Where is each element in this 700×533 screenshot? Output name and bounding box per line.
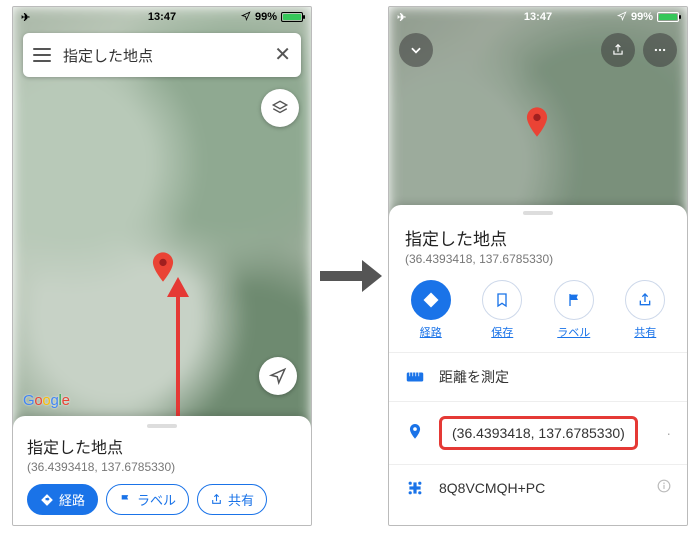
sheet-title: 指定した地点 [405,225,671,250]
ruler-icon [405,371,425,383]
status-time: 13:47 [13,11,311,23]
card-coords: (36.4393418, 137.6785330) [27,460,297,474]
share-action[interactable]: 共有 [625,280,665,340]
label-button[interactable]: ラベル [106,484,189,515]
flag-icon [554,280,594,320]
pin-small-icon [405,424,425,442]
search-bar[interactable]: 指定した地点 ✕ [23,33,301,77]
search-text[interactable]: 指定した地点 [63,45,262,66]
save-action[interactable]: 保存 [482,280,522,340]
phone-right: ✈ 13:47 99% 指定した地点 (36.4393418, 137.6785… [388,6,688,526]
action-row: 経路 保存 ラベル 共有 [389,272,687,350]
swipe-up-arrow-icon [163,277,193,420]
info-icon[interactable] [657,479,671,496]
share-icon [210,493,223,506]
detail-sheet[interactable]: 指定した地点 (36.4393418, 137.6785330) 経路 保存 [389,205,687,525]
coordinates-row[interactable]: (36.4393418, 137.6785330) · [389,404,687,462]
collapse-button[interactable] [399,33,433,67]
google-logo: Google [23,392,70,409]
more-button[interactable] [643,33,677,67]
directions-icon [40,493,54,507]
drag-handle[interactable] [147,424,177,428]
card-actions: 経路 ラベル 共有 [27,484,297,515]
share-icon [625,280,665,320]
status-time: 13:47 [389,11,687,23]
recenter-button[interactable] [259,357,297,395]
transition-arrow-icon [318,256,382,299]
status-bar: ✈ 13:47 99% [389,7,687,27]
phone-left: ✈ 13:47 99% 指定した地点 ✕ Google 指定し [12,6,312,526]
status-bar: ✈ 13:47 99% [13,7,311,27]
layers-button[interactable] [261,89,299,127]
bookmark-icon [482,280,522,320]
clear-icon[interactable]: ✕ [274,45,291,65]
card-title: 指定した地点 [27,434,297,458]
pluscode-icon [405,480,425,496]
drag-handle[interactable] [523,211,553,215]
label-action[interactable]: ラベル [554,280,594,340]
copy-dot-icon[interactable]: · [666,425,671,441]
share-top-button[interactable] [601,33,635,67]
flag-icon [119,493,132,506]
share-button[interactable]: 共有 [197,484,267,515]
battery-icon [657,12,679,22]
map-pin-icon[interactable] [526,107,548,137]
measure-distance-row[interactable]: 距離を測定 [389,355,687,399]
bottom-card[interactable]: 指定した地点 (36.4393418, 137.6785330) 経路 ラベル … [13,416,311,525]
route-action[interactable]: 経路 [411,280,451,340]
pluscode-row[interactable]: 8Q8VCMQH+PC [389,467,687,508]
menu-icon[interactable] [33,48,51,62]
coordinates-highlight: (36.4393418, 137.6785330) [439,416,638,450]
sheet-coords: (36.4393418, 137.6785330) [405,252,671,266]
route-button[interactable]: 経路 [27,484,98,515]
battery-icon [281,12,303,22]
directions-icon [411,280,451,320]
